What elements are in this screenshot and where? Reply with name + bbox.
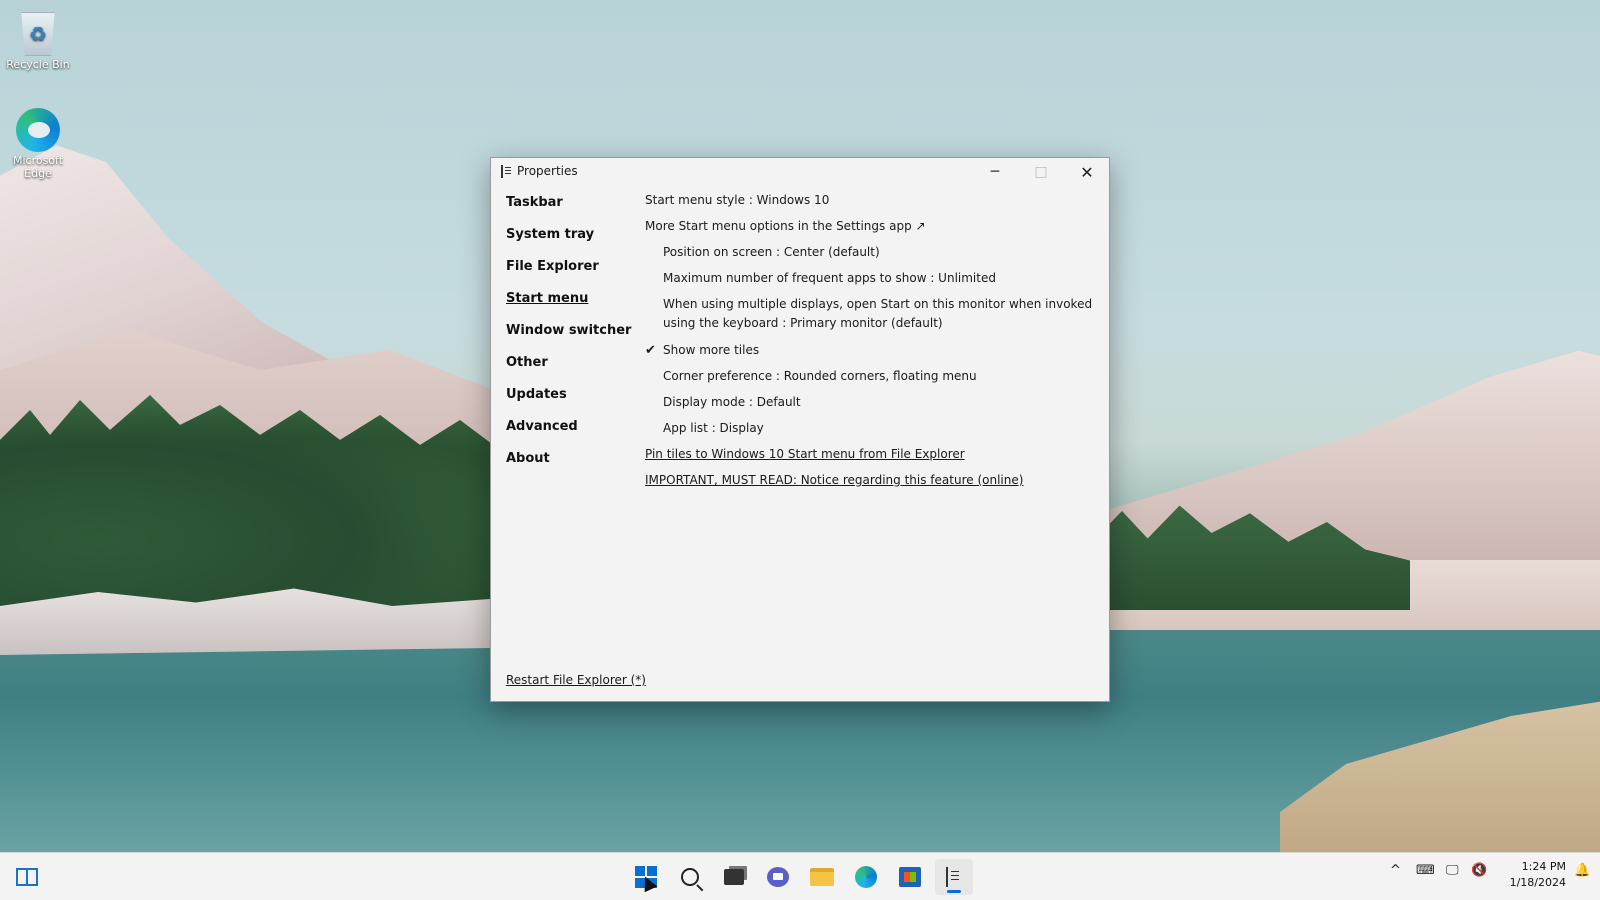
app-icon — [501, 165, 512, 178]
search-icon — [681, 868, 699, 886]
store-icon — [899, 867, 921, 887]
properties-app-button[interactable] — [935, 859, 973, 895]
properties-app-icon — [946, 867, 962, 887]
sidebar-item-about[interactable]: About — [506, 450, 636, 482]
volume-icon[interactable]: 🔇 — [1471, 863, 1487, 878]
desktop-icon-recycle-bin[interactable]: ♻ Recycle Bin — [0, 12, 76, 71]
pin-tiles-link[interactable]: Pin tiles to Windows 10 Start menu from … — [645, 442, 1095, 468]
option-label: Show more tiles — [663, 343, 760, 357]
title-bar[interactable]: Properties ─ □ ✕ — [491, 158, 1109, 186]
taskbar: ^ ⌨ 🖵 🔇 1:24 PM 1/18/2024 🔔 — [0, 852, 1600, 900]
clock[interactable]: 1:24 PM 1/18/2024 — [1496, 859, 1566, 891]
option-corner-preference[interactable]: Corner preference : Rounded corners, flo… — [645, 364, 1095, 390]
clock-time: 1:24 PM — [1521, 860, 1566, 873]
sidebar-item-start-menu[interactable]: Start menu — [506, 290, 636, 322]
sidebar-item-updates[interactable]: Updates — [506, 386, 636, 418]
keyboard-icon[interactable]: ⌨ — [1416, 863, 1435, 878]
option-more-settings[interactable]: More Start menu options in the Settings … — [645, 214, 1095, 240]
sidebar-item-advanced[interactable]: Advanced — [506, 418, 636, 450]
option-max-frequent-apps[interactable]: Maximum number of frequent apps to show … — [645, 266, 1095, 292]
restart-explorer-link[interactable]: Restart File Explorer (*) — [506, 673, 646, 687]
clock-date: 1/18/2024 — [1509, 876, 1566, 889]
store-button[interactable] — [891, 859, 929, 895]
desktop-icon-edge[interactable]: Microsoft Edge — [0, 108, 76, 180]
widgets-icon — [16, 868, 38, 886]
sidebar-item-system-tray[interactable]: System tray — [506, 226, 636, 258]
window-title: Properties — [517, 164, 578, 178]
maximize-button[interactable]: □ — [1018, 158, 1064, 186]
running-indicator — [947, 890, 961, 893]
chat-icon — [767, 867, 789, 887]
settings-panel: Start menu style : Windows 10 More Start… — [645, 188, 1095, 494]
search-button[interactable] — [671, 859, 709, 895]
file-explorer-button[interactable] — [803, 859, 841, 895]
edge-icon — [16, 108, 60, 152]
option-start-menu-style[interactable]: Start menu style : Windows 10 — [645, 188, 1095, 214]
folder-icon — [810, 868, 834, 886]
close-button[interactable]: ✕ — [1064, 158, 1110, 186]
tray-chevron-icon[interactable]: ^ — [1390, 863, 1401, 878]
sidebar-item-file-explorer[interactable]: File Explorer — [506, 258, 636, 290]
checkmark-icon: ✔ — [645, 343, 656, 358]
minimize-button[interactable]: ─ — [972, 158, 1018, 186]
option-multi-display[interactable]: When using multiple displays, open Start… — [645, 292, 1095, 338]
option-position-on-screen[interactable]: Position on screen : Center (default) — [645, 240, 1095, 266]
widgets-button[interactable] — [8, 859, 46, 895]
option-app-list[interactable]: App list : Display — [645, 416, 1095, 442]
properties-window: Properties ─ □ ✕ Taskbar System tray Fil… — [490, 157, 1110, 702]
sidebar-nav: Taskbar System tray File Explorer Start … — [506, 194, 636, 482]
desktop-icon-label: Microsoft Edge — [12, 154, 64, 180]
network-icon[interactable]: 🖵 — [1446, 863, 1459, 878]
task-view-button[interactable] — [715, 859, 753, 895]
option-display-mode[interactable]: Display mode : Default — [645, 390, 1095, 416]
chat-button[interactable] — [759, 859, 797, 895]
edge-icon — [855, 866, 877, 888]
sidebar-item-other[interactable]: Other — [506, 354, 636, 386]
recycle-bin-icon: ♻ — [21, 12, 55, 56]
sidebar-item-taskbar[interactable]: Taskbar — [506, 194, 636, 226]
edge-button[interactable] — [847, 859, 885, 895]
sidebar-item-window-switcher[interactable]: Window switcher — [506, 322, 636, 354]
notification-icon[interactable]: 🔔 — [1574, 863, 1590, 878]
desktop-icon-label: Recycle Bin — [6, 58, 70, 71]
task-view-icon — [724, 869, 744, 885]
wallpaper-reeds — [1280, 700, 1600, 852]
option-show-more-tiles[interactable]: ✔ Show more tiles — [645, 338, 1095, 364]
important-notice-link[interactable]: IMPORTANT, MUST READ: Notice regarding t… — [645, 468, 1095, 494]
